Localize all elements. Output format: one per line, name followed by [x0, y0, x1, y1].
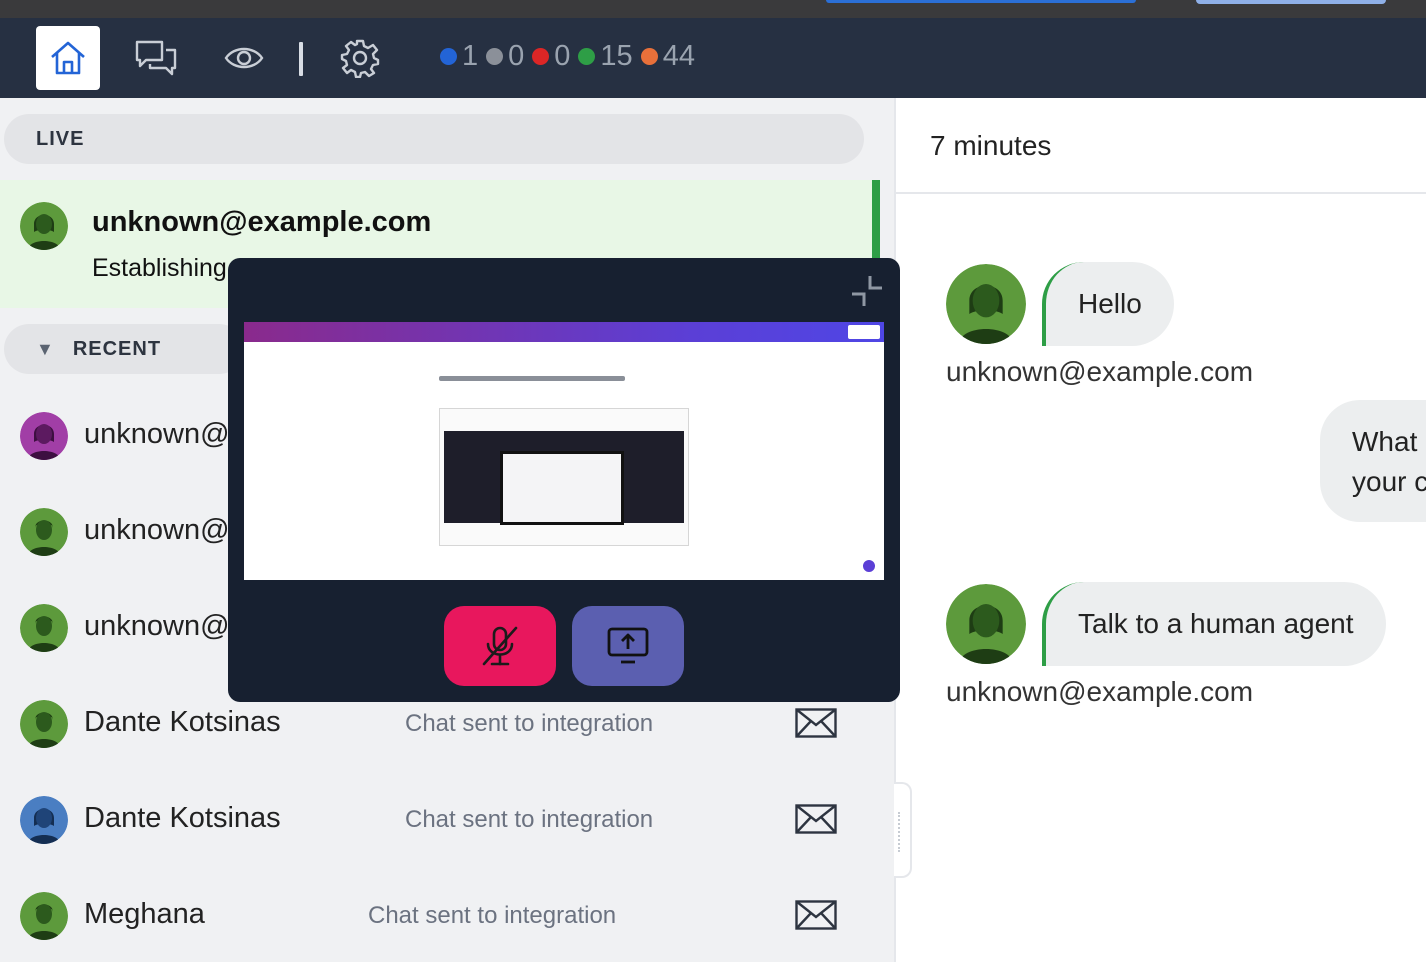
top-toolbar: 1 0 0 15 44: [0, 18, 1426, 98]
preview-share-button: [848, 325, 880, 339]
avatar: [946, 584, 1026, 664]
recent-chat-name: unknown@e: [84, 610, 246, 642]
minimize-button[interactable]: [850, 274, 884, 308]
avatar: [20, 604, 68, 652]
eye-icon: [224, 47, 264, 69]
status-dot-red: [532, 48, 550, 65]
live-chat-status: Establishing: [92, 254, 227, 282]
conversation-header: 7 minutes: [896, 98, 1426, 194]
recent-section-header[interactable]: ▼ RECENT: [4, 324, 244, 374]
share-screen-button[interactable]: [572, 606, 684, 686]
message-sender: unknown@example.com: [946, 356, 1254, 387]
chats-button[interactable]: [124, 26, 188, 90]
preview-embedded-screenshot: [439, 408, 689, 546]
user-avatar-icon: [20, 796, 68, 844]
chat-status-counters: 1 0 0 15 44: [440, 40, 703, 73]
avatar: [20, 412, 68, 460]
browser-tab-indicator-secondary: [1196, 0, 1386, 4]
live-section-label: LIVE: [36, 127, 85, 150]
microphone-off-icon: [482, 626, 518, 666]
recent-chat-row[interactable]: Dante Kotsinas Chat sent to integration: [0, 772, 880, 868]
avatar: [20, 796, 68, 844]
gear-icon: [340, 39, 380, 78]
chat-bubbles-icon: [135, 40, 177, 76]
message-bubble: Hello: [1042, 262, 1174, 346]
user-avatar-icon: [20, 412, 68, 460]
recent-chat-name: unknown@e: [84, 514, 246, 546]
counter-red: 0: [554, 40, 571, 72]
avatar: [20, 700, 68, 748]
avatar: [946, 264, 1026, 344]
grip-icon: [898, 812, 900, 852]
status-dot-green: [578, 48, 596, 65]
preview-app-bar: [244, 322, 884, 342]
screen-share-icon: [607, 627, 649, 664]
user-avatar-icon: [946, 264, 1026, 344]
settings-button[interactable]: [328, 26, 392, 90]
screen-share-panel: [228, 258, 900, 702]
avatar: [20, 508, 68, 556]
mail-icon[interactable]: [795, 900, 837, 935]
preview-card: [500, 451, 624, 525]
user-avatar-icon: [20, 508, 68, 556]
message-sender: unknown@example.com: [946, 676, 1254, 707]
user-avatar-icon: [20, 892, 68, 940]
recent-chat-status: Chat sent to integration: [405, 710, 654, 737]
recent-section-label: RECENT: [72, 337, 162, 360]
avatar: [20, 202, 68, 250]
recent-chat-name: unknown@e: [84, 418, 246, 450]
recent-chat-status: Chat sent to integration: [405, 806, 654, 833]
counter-green: 15: [600, 40, 633, 72]
counter-gray: 0: [508, 40, 525, 72]
recent-chat-name: Dante Kotsinas: [84, 706, 281, 738]
collapse-triangle-icon: ▼: [36, 338, 55, 359]
shared-screen-preview: [244, 322, 884, 580]
live-section-header[interactable]: LIVE: [4, 114, 864, 164]
recent-chat-name: Dante Kotsinas: [84, 802, 281, 834]
browser-strip: [0, 0, 1426, 18]
avatar: [20, 892, 68, 940]
user-avatar-icon: [946, 584, 1026, 664]
message-text-line: your c: [1352, 466, 1426, 497]
recent-chat-status: Chat sent to integration: [368, 902, 617, 929]
chat-duration: 7 minutes: [930, 130, 1052, 161]
status-dot-blue: [440, 48, 457, 65]
pane-resize-handle[interactable]: [894, 782, 912, 878]
counter-orange: 44: [662, 40, 695, 72]
mail-icon[interactable]: [795, 804, 837, 839]
live-chat-name: unknown@example.com: [92, 206, 432, 238]
status-dot-gray: [486, 48, 504, 65]
home-icon: [51, 41, 85, 75]
mail-icon[interactable]: [795, 708, 837, 743]
message-bubble: Talk to a human agent: [1042, 582, 1386, 666]
mute-microphone-button[interactable]: [444, 606, 556, 686]
recent-chat-name: Meghana: [84, 898, 205, 930]
user-avatar-icon: [20, 202, 68, 250]
home-button[interactable]: [36, 26, 100, 90]
browser-tab-indicator: [826, 0, 1136, 3]
message-text-line: What: [1352, 426, 1418, 457]
user-avatar-icon: [20, 700, 68, 748]
recent-chat-row[interactable]: Meghana Chat sent to integration: [0, 868, 880, 962]
user-avatar-icon: [20, 604, 68, 652]
preview-badge-icon: [861, 558, 877, 574]
status-dot-orange: [640, 48, 658, 65]
conversation-pane: 7 minutes Hello unknown@example.com What…: [894, 98, 1426, 962]
preview-text-line: [439, 376, 625, 381]
toolbar-separator: [299, 42, 303, 76]
minimize-arrows-icon: [852, 276, 882, 306]
monitor-button[interactable]: [212, 26, 276, 90]
message-bubble-outgoing: What your c: [1320, 400, 1426, 522]
counter-blue: 1: [462, 40, 479, 72]
